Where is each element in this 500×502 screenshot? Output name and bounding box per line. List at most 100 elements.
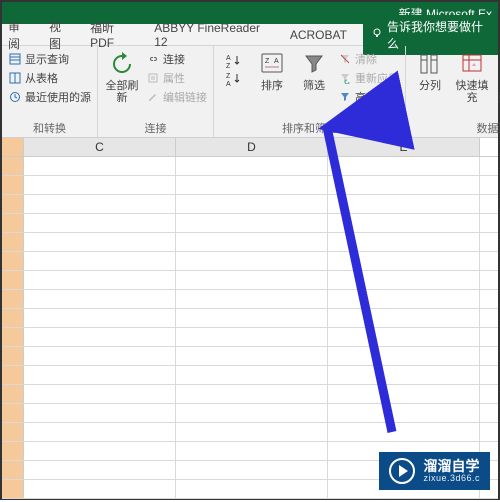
table-row — [2, 385, 498, 404]
cell[interactable] — [176, 252, 328, 270]
row-header[interactable] — [2, 385, 24, 403]
row-header[interactable] — [2, 461, 24, 479]
group-label-connections: 连接 — [104, 118, 207, 136]
cell[interactable] — [24, 385, 176, 403]
row-header[interactable] — [2, 176, 24, 194]
recent-sources-button[interactable]: 最近使用的源 — [8, 88, 91, 106]
table-row — [2, 176, 498, 195]
cell[interactable] — [176, 290, 328, 308]
cell[interactable] — [24, 461, 176, 479]
cell[interactable] — [328, 309, 480, 327]
filter-button[interactable]: 筛选 — [296, 50, 332, 92]
row-header[interactable] — [2, 252, 24, 270]
cell[interactable] — [24, 176, 176, 194]
row-header[interactable] — [2, 233, 24, 251]
cell[interactable] — [176, 195, 328, 213]
cell[interactable] — [328, 423, 480, 441]
col-header-d[interactable]: D — [176, 138, 328, 156]
row-header[interactable] — [2, 404, 24, 422]
cell[interactable] — [328, 157, 480, 175]
cell[interactable] — [328, 366, 480, 384]
cell[interactable] — [328, 252, 480, 270]
row-header[interactable] — [2, 480, 24, 498]
spreadsheet: C D E — [2, 138, 498, 499]
show-queries-button[interactable]: 显示查询 — [8, 50, 91, 68]
properties-button[interactable]: 属性 — [146, 69, 207, 87]
text-to-columns-button[interactable]: 分列 — [412, 50, 448, 92]
cell[interactable] — [176, 309, 328, 327]
cell[interactable] — [176, 423, 328, 441]
table-row — [2, 271, 498, 290]
cell[interactable] — [176, 347, 328, 365]
from-table-button[interactable]: 从表格 — [8, 69, 91, 87]
advanced-icon — [338, 90, 352, 104]
col-header-c[interactable]: C — [24, 138, 176, 156]
cell[interactable] — [176, 461, 328, 479]
cell[interactable] — [176, 214, 328, 232]
row-header[interactable] — [2, 309, 24, 327]
col-header-e[interactable]: E — [328, 138, 480, 156]
tab-acrobat[interactable]: ACROBAT — [288, 25, 349, 45]
row-header[interactable] — [2, 366, 24, 384]
cell[interactable] — [176, 271, 328, 289]
edit-links-button[interactable]: 编辑链接 — [146, 88, 207, 106]
cell[interactable] — [328, 214, 480, 232]
cell[interactable] — [328, 271, 480, 289]
cell[interactable] — [176, 442, 328, 460]
cell[interactable] — [328, 176, 480, 194]
cell[interactable] — [24, 214, 176, 232]
cell[interactable] — [176, 385, 328, 403]
cell[interactable] — [24, 252, 176, 270]
cell[interactable] — [24, 442, 176, 460]
lightbulb-icon — [371, 27, 383, 42]
remove-duplicates-button[interactable]: 删除 重复值 — [496, 50, 500, 104]
clear-filter-button[interactable]: 清除 — [338, 50, 399, 68]
cell[interactable] — [328, 290, 480, 308]
cell[interactable] — [176, 366, 328, 384]
cell[interactable] — [24, 404, 176, 422]
reapply-button[interactable]: 重新应用 — [338, 69, 399, 87]
cell[interactable] — [24, 233, 176, 251]
flash-fill-button[interactable]: 快速填充 — [454, 50, 490, 104]
sort-button[interactable]: ZA 排序 — [254, 50, 290, 92]
sort-az-button[interactable]: AZ ZA — [220, 50, 248, 90]
row-header[interactable] — [2, 214, 24, 232]
cell[interactable] — [328, 404, 480, 422]
cell[interactable] — [328, 195, 480, 213]
cell[interactable] — [328, 347, 480, 365]
cell[interactable] — [328, 328, 480, 346]
row-header[interactable] — [2, 328, 24, 346]
link-icon — [146, 52, 160, 66]
row-header[interactable] — [2, 271, 24, 289]
row-header[interactable] — [2, 157, 24, 175]
cell[interactable] — [24, 290, 176, 308]
cell[interactable] — [24, 347, 176, 365]
cell[interactable] — [176, 404, 328, 422]
cell[interactable] — [24, 195, 176, 213]
advanced-filter-button[interactable]: 高级 — [338, 88, 399, 106]
cell[interactable] — [176, 233, 328, 251]
cell[interactable] — [176, 328, 328, 346]
cell[interactable] — [24, 271, 176, 289]
table-row — [2, 233, 498, 252]
cell[interactable] — [176, 157, 328, 175]
cell[interactable] — [24, 423, 176, 441]
cell[interactable] — [24, 328, 176, 346]
row-header[interactable] — [2, 290, 24, 308]
row-header[interactable] — [2, 423, 24, 441]
row-header-spacer — [2, 138, 24, 156]
row-header[interactable] — [2, 442, 24, 460]
cell[interactable] — [24, 366, 176, 384]
cell[interactable] — [24, 157, 176, 175]
refresh-all-button[interactable]: 全部刷新 — [104, 50, 140, 104]
row-header[interactable] — [2, 347, 24, 365]
watermark-url: zixue.3d66.c — [423, 474, 480, 483]
cell[interactable] — [176, 176, 328, 194]
cell[interactable] — [24, 480, 176, 498]
cell[interactable] — [24, 309, 176, 327]
row-header[interactable] — [2, 195, 24, 213]
cell[interactable] — [328, 233, 480, 251]
cell[interactable] — [328, 385, 480, 403]
connections-button[interactable]: 连接 — [146, 50, 207, 68]
cell[interactable] — [176, 480, 328, 498]
